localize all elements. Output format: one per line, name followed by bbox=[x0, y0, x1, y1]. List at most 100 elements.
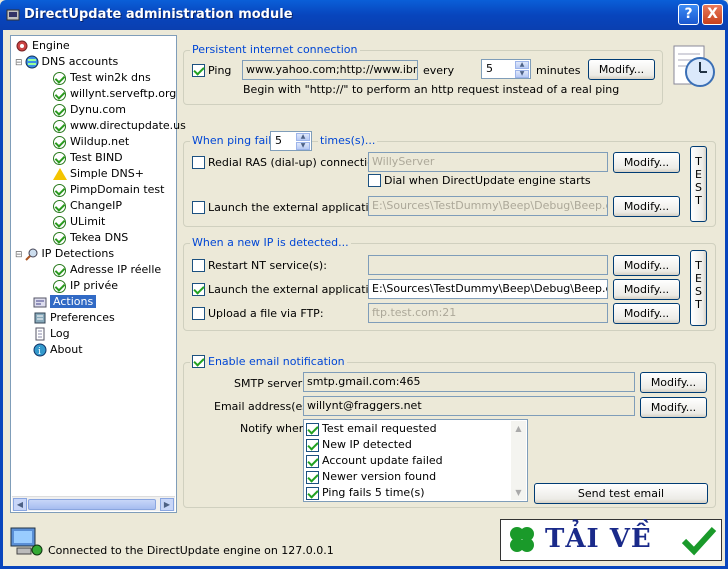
ok-icon bbox=[53, 151, 66, 165]
test-letter: T bbox=[695, 194, 702, 207]
spin-down-icon[interactable]: ▼ bbox=[515, 70, 529, 78]
tree-item-test-win2k-dns[interactable]: Test win2k dns bbox=[53, 70, 151, 86]
tree-horizontal-scrollbar[interactable]: ◀ ▶ bbox=[12, 496, 175, 511]
navigation-tree[interactable]: Engine ⊟ DNS accounts Test win2k dns will… bbox=[10, 35, 186, 513]
notify-checkbox[interactable] bbox=[306, 438, 319, 452]
list-item[interactable]: Account update failed bbox=[306, 453, 443, 469]
ping-hosts-input[interactable]: www.yahoo.com;http://www.ibm.cc bbox=[242, 60, 418, 80]
notify-checkbox[interactable] bbox=[306, 486, 319, 500]
collapse-icon[interactable]: ⊟ bbox=[15, 58, 23, 68]
scroll-up-icon[interactable]: ▲ bbox=[511, 421, 526, 436]
list-item[interactable]: New IP detected bbox=[306, 437, 412, 453]
scroll-down-icon[interactable]: ▼ bbox=[511, 485, 526, 500]
tree-item-ip-privee[interactable]: IP privée bbox=[53, 278, 118, 294]
email-address-modify-button[interactable]: Modify... bbox=[640, 397, 707, 418]
notify-checkbox[interactable] bbox=[306, 422, 319, 436]
tree-item-label: Tekea DNS bbox=[70, 231, 129, 244]
new-ip-test-button[interactable]: T E S T bbox=[690, 250, 707, 326]
tree-item-pimpdomain[interactable]: PimpDomain test bbox=[53, 182, 164, 198]
tree-item-ulimit[interactable]: ULimit bbox=[53, 214, 105, 230]
upload-ftp-checkbox[interactable] bbox=[192, 307, 205, 320]
notify-when-list[interactable]: Test email requested New IP detected Acc… bbox=[303, 419, 528, 502]
tree-item-log[interactable]: Log bbox=[33, 326, 70, 342]
new-ip-launch-checkbox[interactable] bbox=[192, 283, 205, 296]
tree-item-preferences[interactable]: Preferences bbox=[33, 310, 115, 326]
ok-icon bbox=[53, 135, 66, 149]
engine-icon bbox=[16, 40, 28, 52]
collapse-icon[interactable]: ⊟ bbox=[15, 250, 23, 260]
tree-item-engine[interactable]: Engine bbox=[15, 38, 70, 54]
enable-email-checkbox[interactable] bbox=[192, 355, 205, 368]
list-item[interactable]: Ping fails 5 time(s) bbox=[306, 485, 425, 501]
tree-item-about[interactable]: i About bbox=[33, 342, 83, 358]
window-title: DirectUpdate administration module bbox=[24, 7, 293, 22]
scroll-left-icon[interactable]: ◀ bbox=[13, 498, 27, 511]
tree-item-label: ChangeIP bbox=[70, 199, 122, 212]
tree-item-willynt[interactable]: willynt.serveftp.org bbox=[53, 86, 176, 102]
ping-hint: Begin with "http://" to perform an http … bbox=[243, 83, 620, 96]
scroll-thumb[interactable] bbox=[28, 499, 156, 510]
restart-service-checkbox[interactable] bbox=[192, 259, 205, 272]
tree-item-label: Test win2k dns bbox=[70, 71, 151, 84]
redial-connection-input[interactable]: WillyServer bbox=[368, 152, 608, 172]
download-banner[interactable]: TẢI VỀ bbox=[500, 519, 722, 561]
tree-item-dns-accounts[interactable]: ⊟ DNS accounts bbox=[15, 54, 118, 70]
tree-item-wildup[interactable]: Wildup.net bbox=[53, 134, 129, 150]
redial-checkbox[interactable] bbox=[192, 156, 205, 169]
help-button[interactable]: ? bbox=[678, 4, 699, 25]
tree-item-adresse-ip[interactable]: Adresse IP réelle bbox=[53, 262, 161, 278]
tree-item-label: Actions bbox=[50, 295, 97, 308]
ping-modify-button[interactable]: Modify... bbox=[588, 59, 655, 80]
smtp-server-input[interactable]: smtp.gmail.com:465 bbox=[303, 372, 635, 392]
new-ip-launch-input[interactable]: E:\Sources\TestDummy\Beep\Debug\Beep.exe bbox=[368, 279, 608, 299]
tree-item-simple-dns[interactable]: Simple DNS+ bbox=[53, 166, 144, 182]
status-text: Connected to the DirectUpdate engine on … bbox=[48, 544, 334, 557]
ping-fails-test-button[interactable]: T E S T bbox=[690, 146, 707, 222]
send-test-email-button[interactable]: Send test email bbox=[534, 483, 708, 504]
close-button[interactable]: X bbox=[702, 4, 723, 25]
tree-item-label: DNS accounts bbox=[41, 55, 119, 68]
restart-service-input[interactable] bbox=[368, 255, 608, 275]
list-item[interactable]: Newer version found bbox=[306, 469, 436, 485]
test-letter: S bbox=[695, 285, 702, 298]
interval-stepper[interactable]: 5 ▲ ▼ bbox=[481, 59, 531, 79]
ok-icon bbox=[53, 199, 66, 213]
ping-fails-count-stepper[interactable]: 5 ▲ ▼ bbox=[270, 131, 312, 151]
tree-item-changeip[interactable]: ChangeIP bbox=[53, 198, 122, 214]
upload-ftp-modify-button[interactable]: Modify... bbox=[613, 303, 680, 324]
spin-up-icon[interactable]: ▲ bbox=[515, 61, 529, 69]
new-ip-launch-modify-button[interactable]: Modify... bbox=[613, 279, 680, 300]
tree-item-tekea[interactable]: Tekea DNS bbox=[53, 230, 128, 246]
ping-fails-launch-modify-button[interactable]: Modify... bbox=[613, 196, 680, 217]
ping-fails-launch-input[interactable]: E:\Sources\TestDummy\Beep\Debug\Beep.exe bbox=[368, 196, 608, 216]
globe-icon bbox=[25, 55, 39, 69]
restart-service-modify-button[interactable]: Modify... bbox=[613, 255, 680, 276]
upload-ftp-input[interactable]: ftp.test.com:21 bbox=[368, 303, 608, 323]
spin-down-icon[interactable]: ▼ bbox=[296, 142, 310, 150]
log-icon bbox=[35, 327, 45, 341]
ping-checkbox[interactable] bbox=[192, 64, 205, 77]
tree-item-directupdate[interactable]: www.directupdate.us bbox=[53, 118, 186, 134]
tree-item-label: Dynu.com bbox=[70, 103, 126, 116]
email-address-input[interactable]: willynt@fraggers.net bbox=[303, 396, 635, 416]
tree-item-label: ULimit bbox=[70, 215, 106, 228]
spin-up-icon[interactable]: ▲ bbox=[296, 133, 310, 141]
tree-item-test-bind[interactable]: Test BIND bbox=[53, 150, 123, 166]
ping-fails-launch-label: Launch the external application: bbox=[208, 201, 387, 214]
every-label: every bbox=[423, 64, 455, 77]
tree-item-actions[interactable]: Actions bbox=[33, 294, 97, 310]
notify-checkbox[interactable] bbox=[306, 454, 319, 468]
tree-item-label: IP Detections bbox=[41, 247, 115, 260]
redial-modify-button[interactable]: Modify... bbox=[613, 152, 680, 173]
list-item[interactable]: Test email requested bbox=[306, 421, 437, 437]
ping-fails-launch-checkbox[interactable] bbox=[192, 201, 205, 214]
redial-label: Redial RAS (dial-up) connection: bbox=[208, 156, 385, 169]
notify-list-scrollbar[interactable]: ▲ ▼ bbox=[511, 421, 526, 500]
tree-item-ip-detections[interactable]: ⊟ IP Detections bbox=[15, 246, 114, 262]
tree-item-dynu[interactable]: Dynu.com bbox=[53, 102, 126, 118]
scroll-right-icon[interactable]: ▶ bbox=[160, 498, 174, 511]
dial-on-start-checkbox[interactable] bbox=[368, 174, 381, 187]
smtp-modify-button[interactable]: Modify... bbox=[640, 372, 707, 393]
notify-checkbox[interactable] bbox=[306, 470, 319, 484]
list-item-label: New IP detected bbox=[322, 438, 412, 451]
